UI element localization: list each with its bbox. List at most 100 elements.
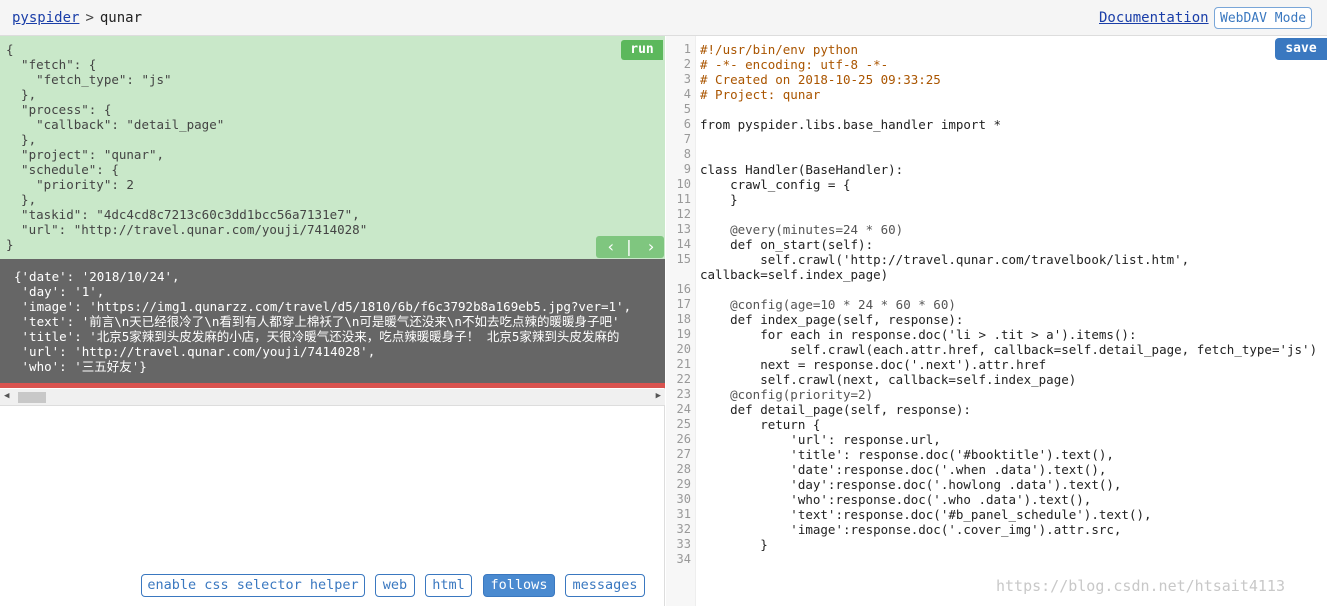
code-editor[interactable]: 1 2 3 4 5 6 7 8 9 10 11 12 13 14 15 16 17 18 19 20 21 22 23 24 2…: [666, 36, 1327, 606]
tab-follows[interactable]: follows: [483, 574, 555, 597]
horizontal-scrollbar[interactable]: ◀ ▶: [0, 389, 665, 406]
scroll-left-icon[interactable]: ◀: [4, 391, 9, 401]
result-divider: [0, 383, 665, 388]
code-line: # Created on 2018-10-25 09:33:25: [700, 72, 941, 87]
line-number: 30: [676, 492, 691, 506]
line-number: 8: [683, 147, 691, 161]
line-number: 5: [683, 102, 691, 116]
line-number: 27: [676, 447, 691, 461]
task-pager: ‹ | ›: [596, 236, 664, 258]
task-json-line: "schedule": {: [6, 162, 119, 177]
code-line: def on_start(self):: [700, 237, 874, 252]
save-button[interactable]: save: [1275, 38, 1327, 60]
tab-html[interactable]: html: [425, 574, 472, 597]
result-line: 'image': 'https://img1.qunarzz.com/trave…: [14, 299, 632, 314]
line-number: 4: [683, 87, 691, 101]
documentation-link[interactable]: Documentation: [1099, 10, 1209, 26]
task-json-line: "process": {: [6, 102, 112, 117]
result-line: {'date': '2018/10/24',: [14, 269, 180, 284]
code-line: #!/usr/bin/env python: [700, 42, 859, 57]
task-json-line: "project": "qunar",: [6, 147, 165, 162]
line-number: 28: [676, 462, 691, 476]
code-line: self.crawl(each.attr.href, callback=self…: [700, 342, 1318, 357]
task-json-line: "fetch": {: [6, 57, 97, 72]
task-json-line: }: [6, 237, 14, 252]
code-line: def index_page(self, response):: [700, 312, 964, 327]
line-number: 12: [676, 207, 691, 221]
tab-enable-css-selector-helper[interactable]: enable css selector helper: [141, 574, 365, 597]
line-number: 24: [676, 402, 691, 416]
code-line: from pyspider.libs.base_handler import *: [700, 117, 1002, 132]
breadcrumb-separator: >: [85, 10, 94, 26]
task-editor[interactable]: { "fetch": { "fetch_type": "js" }, "proc…: [0, 36, 665, 259]
tab-messages[interactable]: messages: [565, 574, 645, 597]
line-number: 32: [676, 522, 691, 536]
top-header: pyspider > qunar Documentation WebDAV Mode: [0, 0, 1327, 36]
code-line: # -*- encoding: utf-8 -*-: [700, 57, 889, 72]
code-line: 'image':response.doc('.cover_img').attr.…: [700, 522, 1122, 537]
task-json-line: "taskid": "4dc4cd8c7213c60c3dd1bcc56a713…: [6, 207, 360, 222]
line-number: 3: [683, 72, 691, 86]
result-tabs: enable css selector helper web html foll…: [0, 574, 665, 600]
code-line: crawl_config = {: [700, 177, 851, 192]
code-line: @every(minutes=24 * 60): [700, 222, 904, 237]
line-number: 16: [676, 282, 691, 296]
result-line: 'text': '前言\n天已经很冷了\n看到有人都穿上棉袄了\n可是暖气还没来…: [14, 314, 620, 329]
task-json-line: "url": "http://travel.qunar.com/youji/74…: [6, 222, 368, 237]
line-number: 13: [676, 222, 691, 236]
code-line: return {: [700, 417, 821, 432]
code-line: def detail_page(self, response):: [700, 402, 971, 417]
result-line: 'who': '三五好友'}: [14, 359, 147, 374]
result-text: {'date': '2018/10/24', 'day': '1', 'imag…: [0, 259, 665, 374]
code-line: # Project: qunar: [700, 87, 821, 102]
line-number: 2: [683, 57, 691, 71]
line-number: 26: [676, 432, 691, 446]
code-line: 'text':response.doc('#b_panel_schedule')…: [700, 507, 1152, 522]
result-output: {'date': '2018/10/24', 'day': '1', 'imag…: [0, 259, 665, 383]
task-json-line: "callback": "detail_page": [6, 117, 225, 132]
result-line: 'title': '北京5家辣到头皮发麻的小店，天很冷暖气还没来，吃点辣暖暖身子…: [14, 329, 620, 344]
debug-panel: { "fetch": { "fetch_type": "js" }, "proc…: [0, 36, 665, 606]
chevron-right-icon[interactable]: ›: [638, 236, 664, 258]
task-json-line: },: [6, 192, 37, 207]
code-line: }: [700, 192, 738, 207]
tab-web[interactable]: web: [375, 574, 415, 597]
webdav-mode-button[interactable]: WebDAV Mode: [1214, 7, 1313, 29]
line-number: 10: [676, 177, 691, 191]
scrollbar-thumb[interactable]: [18, 392, 46, 403]
line-number: 31: [676, 507, 691, 521]
line-number: 23: [676, 387, 691, 401]
breadcrumb-root-link[interactable]: pyspider: [12, 10, 79, 26]
line-number: 20: [676, 342, 691, 356]
pager-divider: |: [624, 237, 634, 256]
code-line: 'url': response.url,: [700, 432, 941, 447]
line-number-gutter: 1 2 3 4 5 6 7 8 9 10 11 12 13 14 15 16 17 18 19 20 21 22 23 24 2…: [666, 36, 696, 606]
code-line: self.crawl('http://travel.qunar.com/trav…: [700, 252, 1190, 267]
code-line: @config(age=10 * 24 * 60 * 60): [700, 297, 956, 312]
chevron-left-icon[interactable]: ‹: [598, 236, 624, 258]
code-line: for each in response.doc('li > .tit > a'…: [700, 327, 1137, 342]
task-json-line: "priority": 2: [6, 177, 134, 192]
task-json-line: },: [6, 132, 37, 147]
code-line: callback=self.index_page): [700, 267, 889, 282]
line-number: 15: [676, 252, 691, 266]
task-json-line: "fetch_type": "js": [6, 72, 172, 87]
line-number: 33: [676, 537, 691, 551]
run-button[interactable]: run: [621, 40, 663, 60]
line-number: 25: [676, 417, 691, 431]
code-line: }: [700, 537, 768, 552]
scroll-right-icon[interactable]: ▶: [656, 391, 661, 401]
line-number: 6: [683, 117, 691, 131]
line-number: 17: [676, 297, 691, 311]
line-number: 14: [676, 237, 691, 251]
line-number: 34: [676, 552, 691, 566]
line-number: 9: [683, 162, 691, 176]
code-line: class Handler(BaseHandler):: [700, 162, 904, 177]
task-json[interactable]: { "fetch": { "fetch_type": "js" }, "proc…: [0, 36, 665, 252]
breadcrumb-project-name: qunar: [99, 10, 143, 26]
code-line: 'who':response.doc('.who .data').text(),: [700, 492, 1092, 507]
task-json-line: },: [6, 87, 37, 102]
line-number: 1: [683, 42, 691, 56]
line-number: 11: [676, 192, 691, 206]
result-line: 'url': 'http://travel.qunar.com/youji/74…: [14, 344, 376, 359]
